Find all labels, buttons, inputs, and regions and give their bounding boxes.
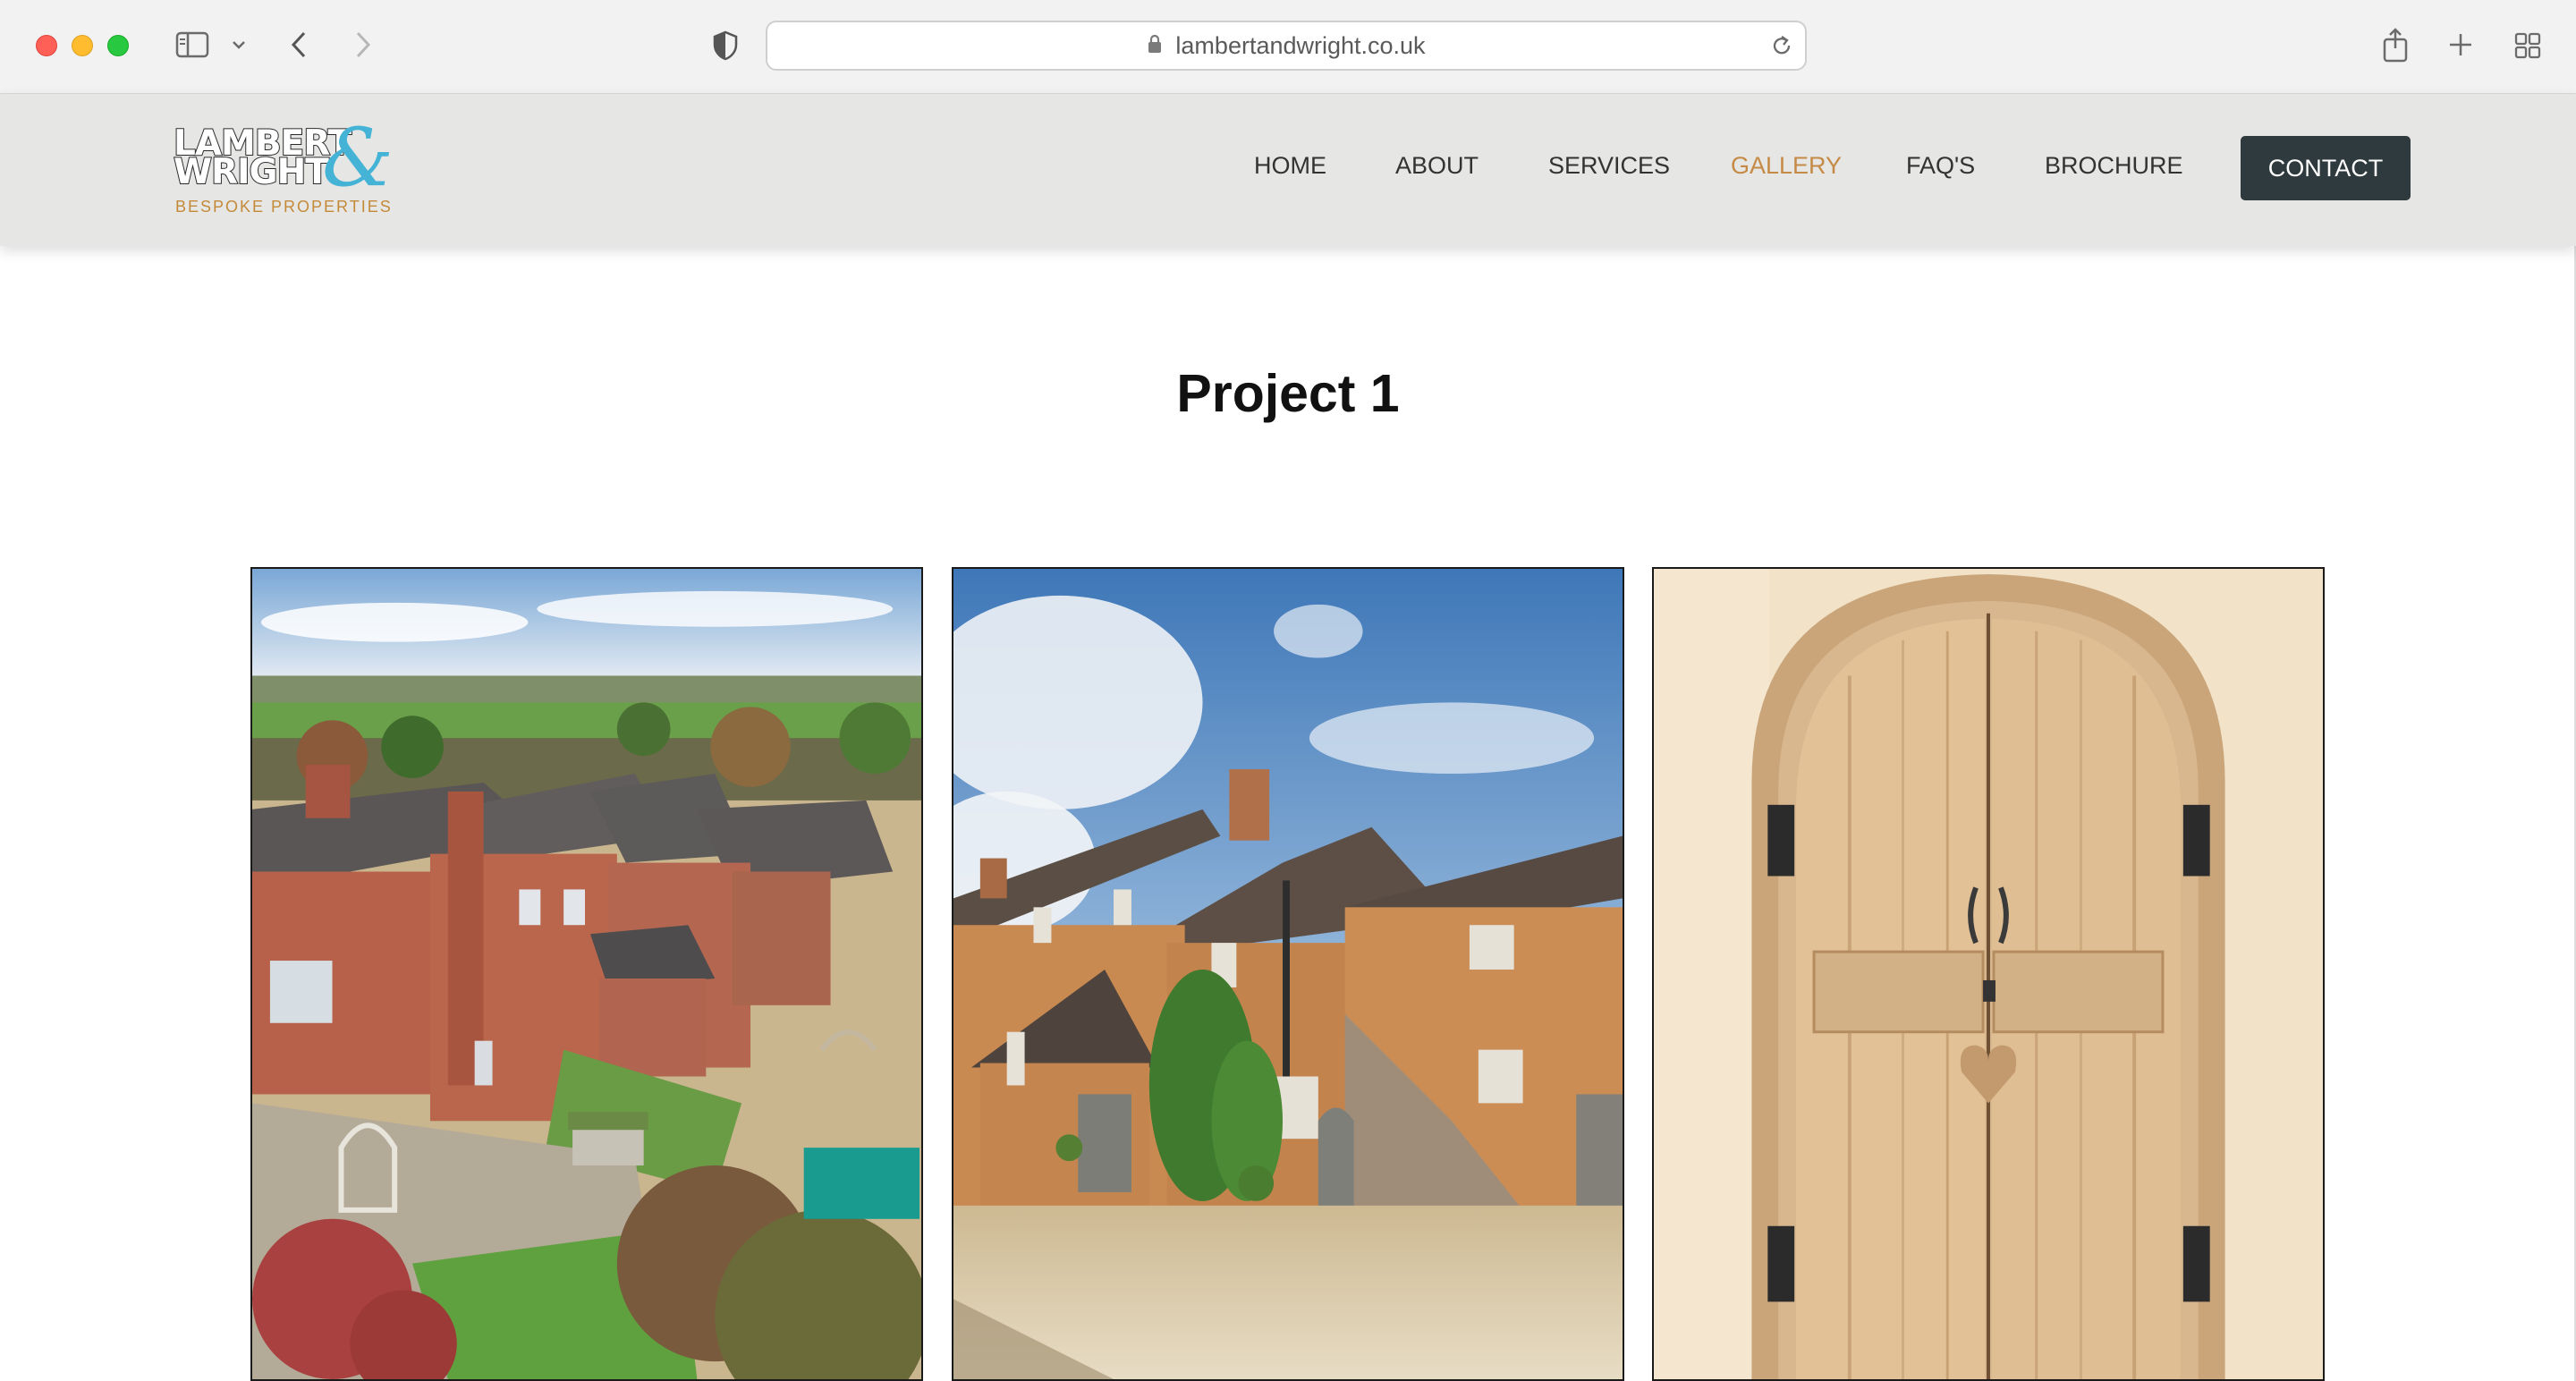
site-logo[interactable]: LAMBERT WRIGHT & BESPOKE PROPERTIES	[173, 114, 394, 216]
tab-overview-icon[interactable]	[2513, 31, 2542, 60]
privacy-shield-icon[interactable]	[712, 30, 739, 61]
nav-brochure-link[interactable]: BROCHURE	[2045, 152, 2183, 180]
chevron-down-icon[interactable]	[231, 37, 247, 53]
lock-icon	[1147, 22, 1163, 69]
address-bar[interactable]: lambertandwright.co.uk	[766, 21, 1807, 71]
site-header: LAMBERT WRIGHT & BESPOKE PROPERTIES HOME…	[0, 94, 2576, 246]
nav-home-link[interactable]: HOME	[1254, 152, 1326, 180]
reload-icon[interactable]	[1769, 33, 1794, 63]
logo-tagline: BESPOKE PROPERTIES	[175, 198, 393, 216]
minimize-window-button[interactable]	[72, 35, 93, 56]
nav-about-link[interactable]: ABOUT	[1395, 152, 1479, 180]
url-text: lambertandwright.co.uk	[1175, 32, 1426, 59]
logo-ampersand: &	[322, 111, 394, 205]
sidebar-icon[interactable]	[175, 30, 209, 59]
forward-arrow-icon[interactable]	[352, 29, 374, 61]
logo-wordmark-line2: WRIGHT	[173, 152, 330, 192]
browser-toolbar: lambertandwright.co.uk	[0, 0, 2576, 94]
nav-services-link[interactable]: SERVICES	[1548, 152, 1670, 180]
gallery-photo-arched-doors[interactable]	[1652, 567, 2325, 1381]
nav-gallery-link[interactable]: GALLERY	[1731, 152, 1842, 180]
share-icon[interactable]	[2381, 27, 2410, 63]
gallery-photo-courtyard-house[interactable]	[952, 567, 1624, 1381]
page-title: Project 1	[1176, 364, 1400, 423]
zoom-window-button[interactable]	[107, 35, 129, 56]
back-arrow-icon[interactable]	[288, 29, 309, 61]
close-window-button[interactable]	[36, 35, 57, 56]
contact-button[interactable]: CONTACT	[2241, 136, 2411, 200]
new-tab-plus-icon[interactable]	[2447, 31, 2474, 58]
gallery-photo-aerial-farmhouse[interactable]	[250, 567, 923, 1381]
nav-faqs-link[interactable]: FAQ'S	[1906, 152, 1975, 180]
